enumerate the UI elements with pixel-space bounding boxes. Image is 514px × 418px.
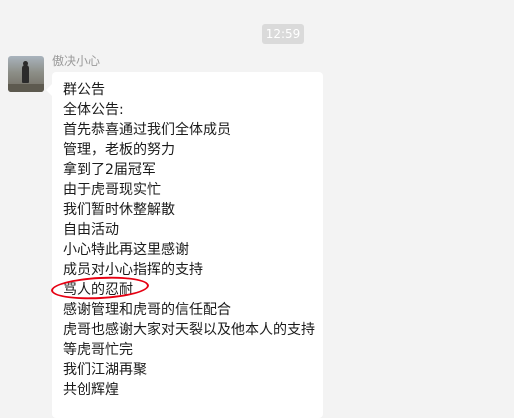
sender-avatar[interactable] <box>8 56 44 92</box>
message-line: 虎哥也感谢大家对天裂以及他本人的支持 <box>63 322 315 338</box>
message-line: 感谢管理和虎哥的信任配合 <box>63 302 231 318</box>
message-line: 我们暂时休整解散 <box>63 202 175 218</box>
message-line: 首先恭喜通过我们全体成员 <box>63 122 231 138</box>
message-line: 拿到了2届冠军 <box>63 162 156 178</box>
message-line: 由于虎哥现实忙 <box>63 182 161 198</box>
message-line: 共创辉煌 <box>63 382 119 398</box>
message-line: 群公告 <box>63 82 105 98</box>
message-bubble[interactable]: 群公告 全体公告: 首先恭喜通过我们全体成员 管理，老板的努力 拿到了2届冠军 … <box>46 72 323 418</box>
message-line: 管理，老板的努力 <box>63 142 175 158</box>
avatar-ground <box>8 84 44 92</box>
message-timestamp: 12:59 <box>262 24 304 44</box>
sender-name: 傲决小心 <box>52 54 101 68</box>
message-line: 自由活动 <box>63 222 119 238</box>
message-line: 等虎哥忙完 <box>63 342 133 358</box>
message-line: 小心特此再这里感谢 <box>63 242 189 258</box>
chat-area: 12:59 傲决小心 群公告 全体公告: 首先恭喜通过我们全体成员 管理，老板的… <box>0 0 514 418</box>
message-line: 我们江湖再聚 <box>63 362 147 378</box>
message-line: 全体公告: <box>63 102 124 118</box>
avatar-figure-body <box>22 65 29 83</box>
